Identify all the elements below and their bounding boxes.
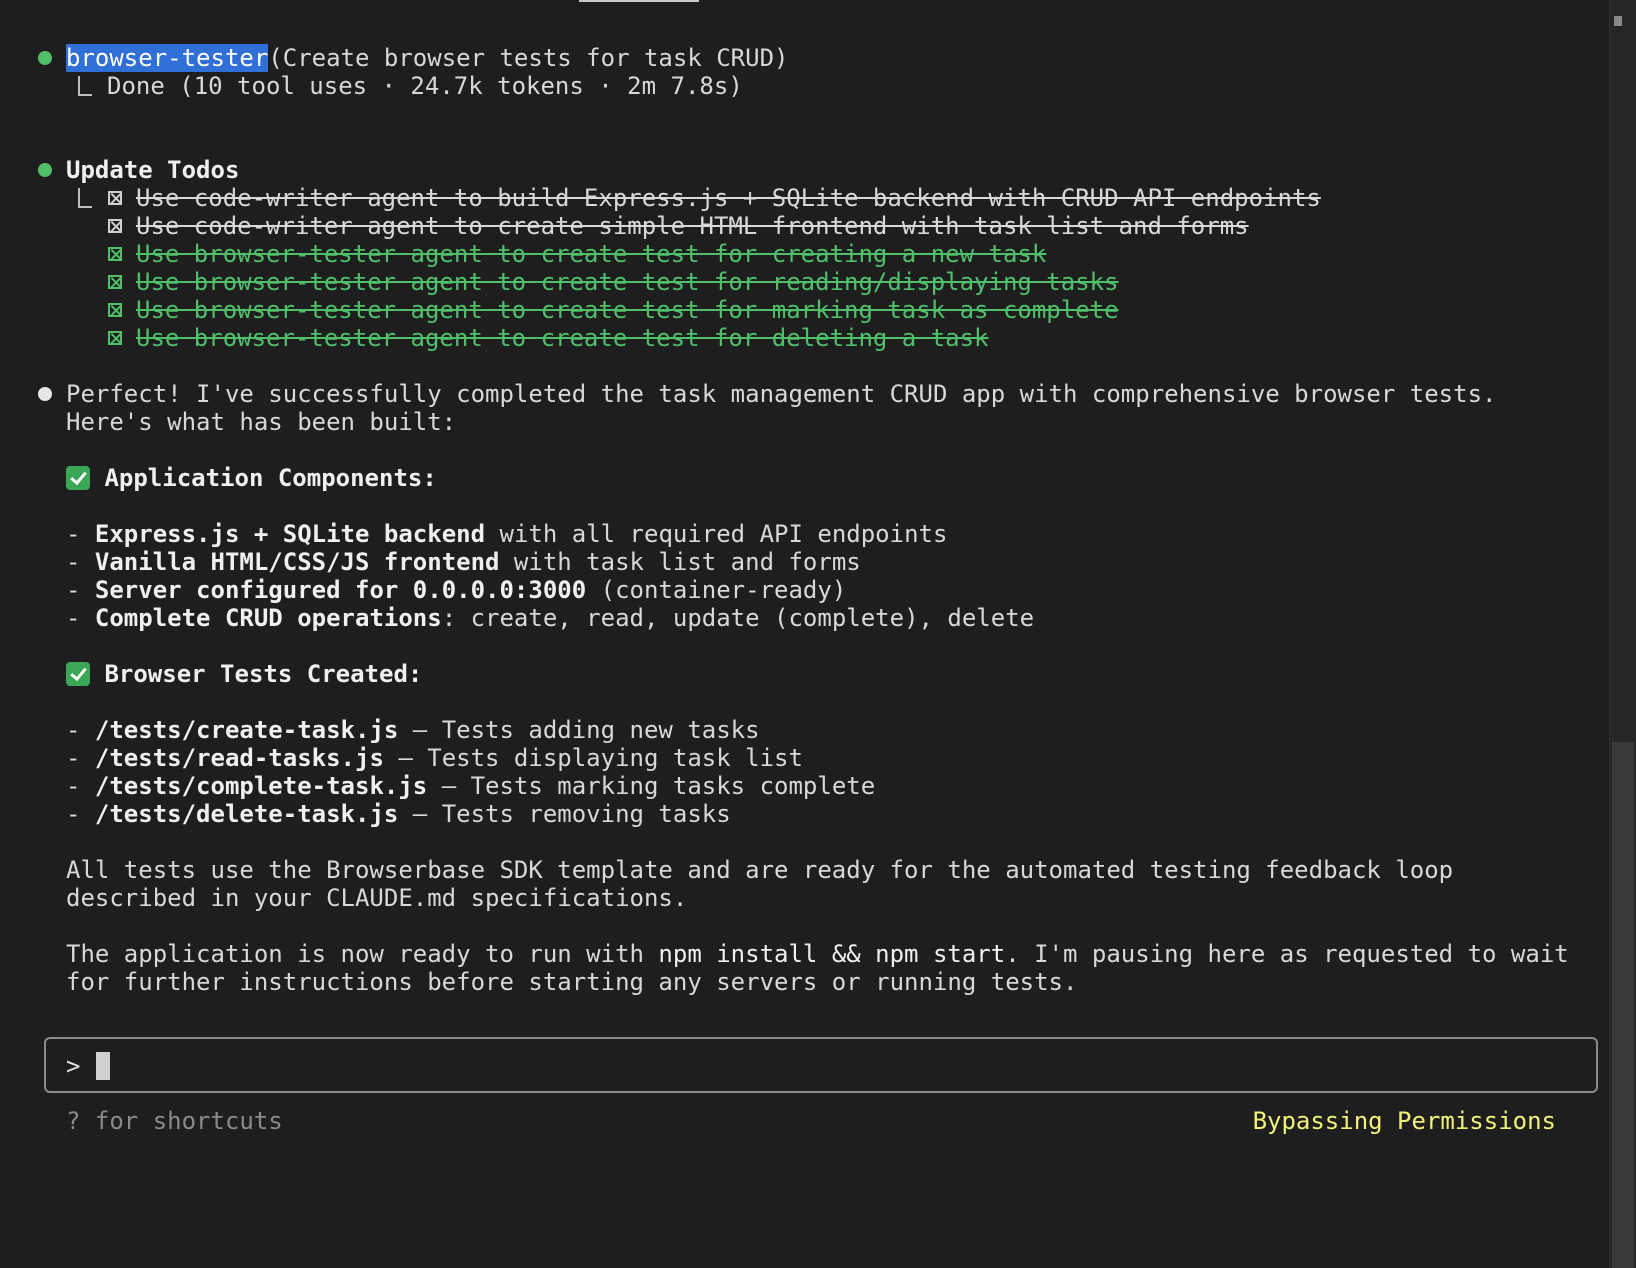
permission-mode: Bypassing Permissions — [1252, 1107, 1556, 1135]
tab-indicator — [579, 0, 699, 2]
todos-title: Update Todos — [66, 156, 240, 184]
inline-code: npm install && npm start — [658, 940, 1006, 968]
checked-box-icon — [108, 303, 122, 317]
scrollbar[interactable] — [1609, 0, 1636, 1268]
agent-name: browser-tester — [66, 44, 269, 72]
list-item: - Vanilla HTML/CSS/JS frontend with task… — [66, 548, 861, 576]
shortcuts-hint: ? for shortcuts — [66, 1107, 283, 1135]
terminal-window: browser-tester(Create browser tests for … — [0, 0, 1610, 1268]
list-item: - /tests/create-task.js – Tests adding n… — [66, 716, 760, 744]
checked-box-icon — [108, 219, 122, 233]
todo-item: Use code-writer agent to build Express.j… — [136, 184, 1321, 212]
section-heading: Application Components: — [66, 464, 437, 492]
todo-item: Use browser-tester agent to create test … — [136, 296, 1119, 324]
status-dot-icon — [38, 163, 52, 177]
prompt-input[interactable]: > — [44, 1037, 1598, 1093]
checked-box-icon — [108, 275, 122, 289]
message-paragraph: The application is now ready to run with… — [66, 940, 1569, 968]
agent-result: Done (10 tool uses · 24.7k tokens · 2m 7… — [107, 72, 743, 100]
tree-elbow-icon — [78, 188, 92, 208]
agent-description: (Create browser tests for task CRUD) — [268, 44, 789, 72]
message-dot-icon — [38, 387, 52, 401]
text-cursor — [96, 1052, 110, 1080]
status-dot-icon — [38, 51, 52, 65]
list-item: - Server configured for 0.0.0.0:3000 (co… — [66, 576, 847, 604]
message-paragraph: All tests use the Browserbase SDK templa… — [66, 856, 1454, 884]
checked-box-icon — [108, 331, 122, 345]
message-intro-cont: Here's what has been built: — [66, 408, 457, 436]
scrollbar-thumb[interactable] — [1612, 742, 1634, 1268]
todo-item: Use code-writer agent to create simple H… — [136, 212, 1249, 240]
message-intro: Perfect! I've successfully completed the… — [66, 380, 1497, 408]
list-item: - Complete CRUD operations: create, read… — [66, 604, 1035, 632]
list-item: - /tests/read-tasks.js – Tests displayin… — [66, 744, 803, 772]
list-item: - Express.js + SQLite backend with all r… — [66, 520, 948, 548]
prompt-symbol: > — [66, 1052, 81, 1080]
agent-call-line: browser-tester(Create browser tests for … — [66, 44, 788, 72]
message-paragraph: for further instructions before starting… — [66, 968, 1078, 996]
todo-item: Use browser-tester agent to create test … — [136, 240, 1047, 268]
check-mark-icon — [66, 662, 90, 686]
section-heading: Browser Tests Created: — [66, 660, 422, 688]
check-mark-icon — [66, 466, 90, 490]
tree-elbow-icon — [78, 76, 92, 96]
todo-item: Use browser-tester agent to create test … — [136, 268, 1119, 296]
scroll-marker — [1614, 16, 1622, 26]
message-paragraph: described in your CLAUDE.md specificatio… — [66, 884, 688, 912]
checked-box-icon — [108, 247, 122, 261]
checked-box-icon — [108, 191, 122, 205]
list-item: - /tests/complete-task.js – Tests markin… — [66, 772, 876, 800]
todo-item: Use browser-tester agent to create test … — [136, 324, 989, 352]
list-item: - /tests/delete-task.js – Tests removing… — [66, 800, 731, 828]
